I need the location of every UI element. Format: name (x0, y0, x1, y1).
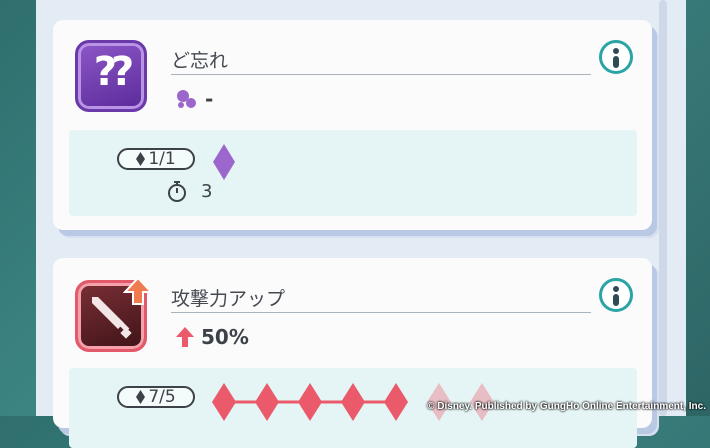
level-diamond-icon (136, 152, 146, 166)
level-diamond-filled (384, 383, 408, 421)
info-button[interactable] (599, 278, 633, 312)
attack-up-badge-icon (123, 276, 153, 305)
skill-stats: 1/1 3 (69, 130, 637, 216)
level-pill: 7/5 (117, 386, 195, 408)
mystery-question-icon: ?? (75, 40, 147, 112)
effect-value: 50% (201, 325, 249, 349)
level-track (213, 144, 235, 180)
info-button[interactable] (599, 40, 633, 74)
name-underline (171, 312, 591, 313)
level-diamond-filled (255, 383, 279, 421)
name-underline (171, 74, 591, 75)
skill-card-forget: ?? ど忘れ - 1/1 3 (53, 20, 652, 230)
level-diamond-icon (136, 390, 146, 404)
skill-name: ど忘れ (171, 50, 229, 72)
effect-value: - (205, 87, 214, 111)
level-diamond-filled (341, 383, 365, 421)
level-diamond-filled (213, 144, 235, 180)
stopwatch-icon (168, 181, 186, 202)
purple-drop-icon (177, 90, 196, 108)
effect-row: 50% (175, 322, 249, 352)
level-diamond-filled (212, 383, 236, 421)
scrollbar[interactable] (659, 0, 667, 416)
cooldown-row: 3 (167, 180, 212, 202)
level-pill: 1/1 (117, 148, 195, 170)
level-label: 1/1 (148, 149, 176, 169)
cooldown-value: 3 (201, 180, 213, 202)
copyright-text: © Disney. Published by GungHo Online Ent… (427, 401, 706, 412)
skill-name: 攻撃力アップ (171, 288, 286, 310)
level-label: 7/5 (148, 387, 176, 407)
red-up-arrow-icon (176, 327, 194, 347)
level-diamond-filled (298, 383, 322, 421)
effect-row: - (175, 84, 213, 114)
